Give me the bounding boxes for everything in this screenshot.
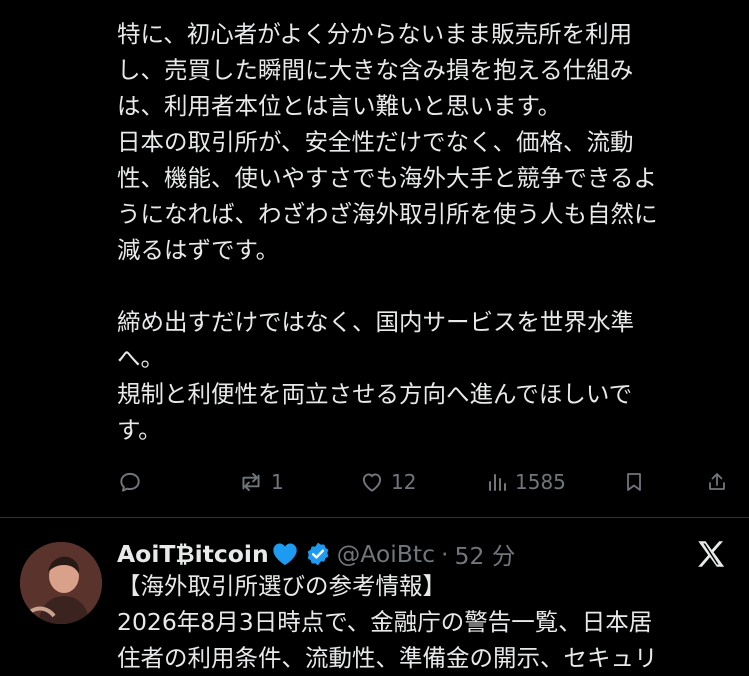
heart-icon (362, 473, 382, 492)
post-text-line: 特に、初心者がよく分からないまま販売所を利用 (117, 20, 633, 48)
post-text-line: は、利用者本位とは言い難いと思います。 (117, 92, 562, 120)
post-text-line: す。 (117, 416, 162, 444)
verified-badge-icon (305, 541, 331, 567)
reply-text: 【海外取引所選びの参考情報】 2026年8月3日時点で、金融庁の警告一覧、日本居… (117, 568, 747, 676)
post-text-blank-line (117, 268, 737, 304)
post-time[interactable]: 52 分 (455, 537, 516, 571)
post-text-line: 日本の取引所が、安全性だけでなく、価格、流動 (117, 128, 634, 156)
views-count: 1585 (515, 470, 566, 494)
share-icon (709, 473, 725, 490)
separator-dot: · (441, 540, 449, 568)
views-icon (489, 474, 506, 491)
repost-button[interactable]: 1 (237, 462, 284, 502)
reply-text-line: 【海外取引所選びの参考情報】 (117, 572, 446, 600)
post-text-line: 規制と利便性を両立させる方向へ進んでほしいで (117, 380, 633, 408)
bookmark-button[interactable] (622, 462, 646, 502)
x-logo-icon[interactable] (694, 537, 728, 571)
post-text-line: 性、機能、使いやすさでも海外大手と競争できるよ (117, 164, 658, 192)
reply-text-line: 2026年8月3日時点で、金融庁の警告一覧、日本居 (117, 608, 653, 636)
reply-text-line: 住者の利用条件、流動性、準備金の開示、セキュリ (117, 644, 658, 672)
share-button[interactable] (705, 462, 729, 502)
reply-button[interactable] (117, 462, 143, 502)
like-button[interactable]: 12 (359, 462, 416, 502)
avatar-image (20, 542, 102, 624)
post-divider (0, 517, 749, 518)
post-text-line: し、売買した瞬間に大きな含み損を抱える仕組み (117, 56, 634, 84)
views-button[interactable]: 1585 (485, 462, 566, 502)
blue-heart-icon (271, 541, 299, 567)
post-text: 特に、初心者がよく分からないまま販売所を利用 し、売買した瞬間に大きな含み損を抱… (117, 16, 737, 448)
post-text-line: うになれば、わざわざ海外取引所を使う人も自然に (117, 200, 658, 228)
repost-count: 1 (271, 470, 284, 494)
avatar[interactable] (20, 542, 102, 624)
repost-icon (242, 472, 260, 492)
user-handle[interactable]: @AoiBtc (337, 540, 435, 568)
reply-icon (120, 472, 140, 492)
post-text-line: へ。 (117, 344, 164, 372)
post-action-bar: 1 12 1585 (117, 462, 737, 502)
post-text-line: 締め出すだけではなく、国内サービスを世界水準 (117, 308, 634, 336)
like-count: 12 (391, 470, 417, 494)
display-name[interactable]: AoiT₿itcoin (117, 540, 269, 568)
post-text-line: 減るはずです。 (117, 236, 280, 264)
bookmark-icon (627, 473, 641, 491)
